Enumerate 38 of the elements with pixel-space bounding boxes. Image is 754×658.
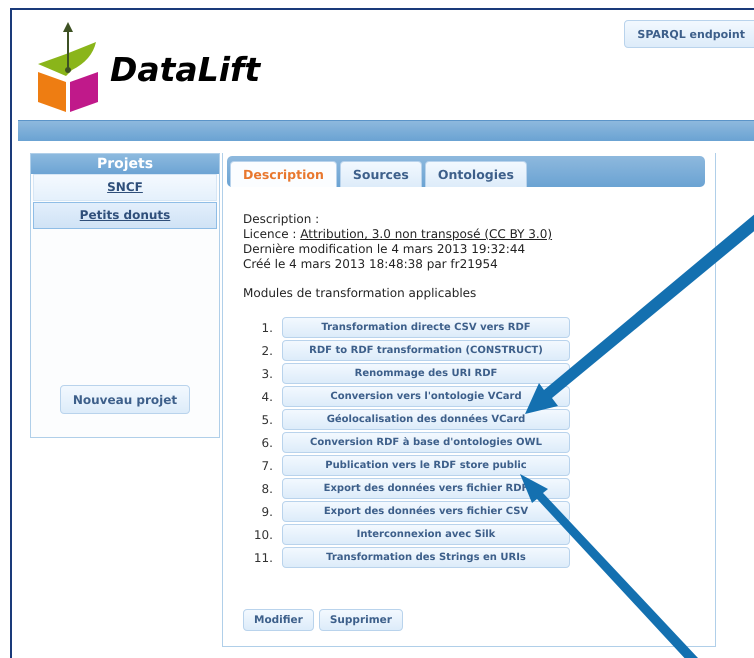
module-number: 7.	[260, 458, 274, 472]
module-button[interactable]: Renommage des URI RDF	[282, 363, 570, 384]
action-button[interactable]: Supprimer	[318, 609, 403, 631]
module-button[interactable]: Interconnexion avec Silk	[282, 524, 570, 545]
module-number: 8.	[260, 482, 274, 496]
tab[interactable]: Description	[230, 161, 337, 187]
modules-title: Modules de transformation applicables	[243, 286, 478, 301]
module-number: 2.	[260, 344, 274, 358]
licence-label: Licence :	[243, 227, 296, 241]
module-button[interactable]: Publication vers le RDF store public	[282, 455, 570, 476]
module-button[interactable]: Export des données vers fichier CSV	[282, 501, 570, 522]
tab[interactable]: Ontologies	[424, 161, 527, 187]
logo-text: DataLift	[110, 50, 260, 88]
action-button[interactable]: Modifier	[243, 609, 314, 631]
module-number: 6.	[260, 436, 274, 450]
module-button[interactable]: RDF to RDF transformation (CONSTRUCT)	[282, 340, 570, 361]
module-number: 3.	[260, 366, 274, 380]
tab[interactable]: Sources	[340, 161, 422, 187]
modified-date: Dernière modification le 4 mars 2013 19:32:44	[243, 242, 526, 257]
module-button[interactable]: Transformation directe CSV vers RDF	[282, 317, 570, 338]
created-date: Créé le 4 mars 2013 18:48:38 par fr21954	[243, 257, 499, 272]
project-link[interactable]: SNCF	[33, 174, 217, 201]
projects-title: Projets	[31, 154, 219, 174]
module-number: 10.	[252, 528, 274, 542]
project-link[interactable]: Petits donuts	[33, 202, 217, 229]
module-button[interactable]: Conversion vers l'ontologie VCard	[282, 386, 570, 407]
module-number: 4.	[260, 390, 274, 404]
module-number: 11.	[252, 550, 274, 564]
sparql-endpoint-button[interactable]: SPARQL endpoint	[624, 20, 754, 48]
module-number: 9.	[260, 504, 274, 518]
description-label: Description :	[243, 212, 320, 227]
module-button[interactable]: Conversion RDF à base d'ontologies OWL	[282, 432, 570, 453]
module-number: 5.	[260, 412, 274, 426]
module-number: 1.	[260, 320, 274, 334]
licence-link[interactable]: Attribution, 3.0 non transposé (CC BY 3.0)	[300, 227, 552, 241]
new-project-button[interactable]: Nouveau projet	[60, 385, 190, 414]
module-button[interactable]: Transformation des Strings en URIs	[282, 547, 570, 568]
module-button[interactable]: Géolocalisation des données VCard	[282, 409, 570, 430]
